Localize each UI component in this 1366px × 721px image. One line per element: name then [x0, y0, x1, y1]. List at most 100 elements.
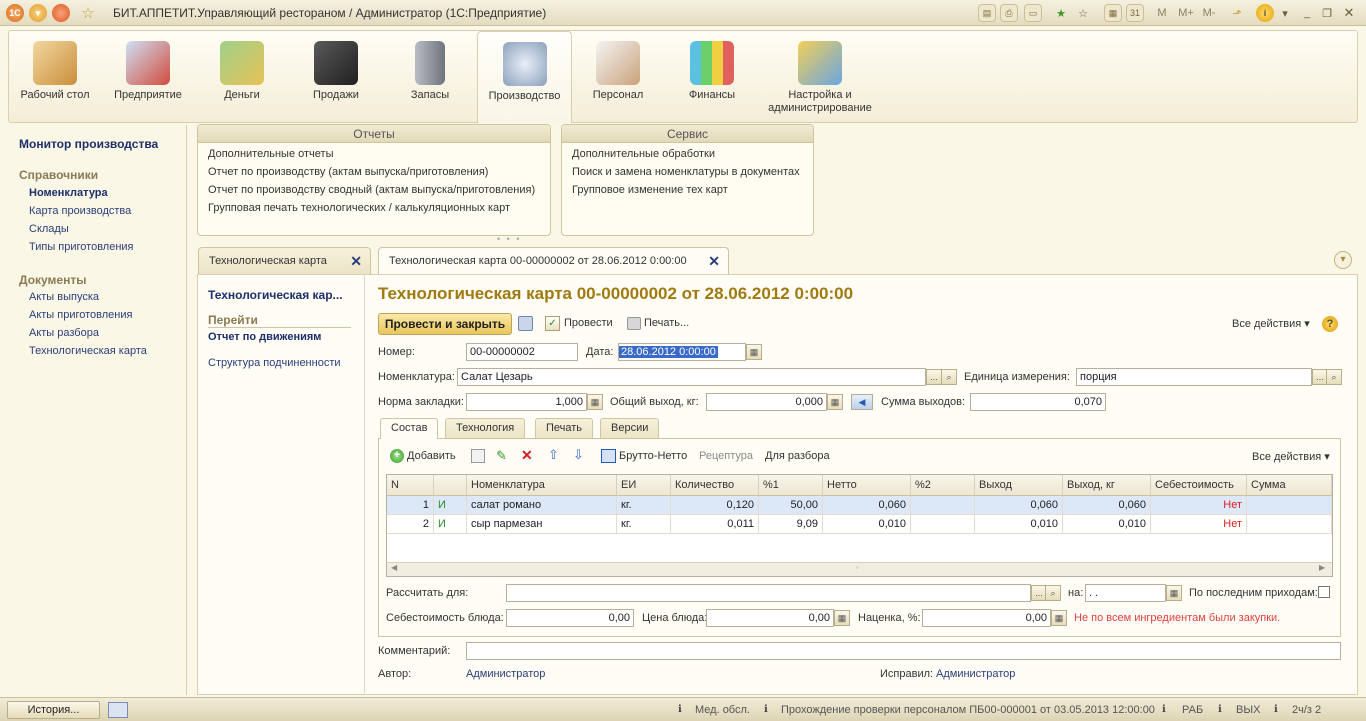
status-rab[interactable]: РАБ — [1182, 704, 1203, 716]
column-header[interactable]: Номенклатура — [467, 475, 617, 496]
report-item[interactable]: Отчет по производству (актам выпуска/при… — [198, 163, 550, 181]
nav-item-nomenclature[interactable]: Номенклатура — [29, 187, 108, 199]
section-enterprise[interactable]: Предприятие — [105, 31, 191, 123]
horizontal-scrollbar[interactable]: ◀ ◦ ▶ — [387, 562, 1332, 576]
total-output-field[interactable]: 0,000 — [706, 393, 827, 411]
memory-m-button[interactable]: M — [1154, 4, 1170, 22]
column-header[interactable]: Выход — [975, 475, 1063, 496]
search-icon[interactable]: ⌕ — [1045, 585, 1061, 601]
calendar-icon[interactable]: ▦ — [746, 344, 762, 360]
search-icon[interactable]: ⌕ — [941, 369, 957, 385]
scroll-right-icon[interactable]: ▶ — [1319, 563, 1325, 572]
section-desktop[interactable]: Рабочий стол — [11, 31, 99, 123]
comment-field[interactable] — [466, 642, 1341, 660]
report-item[interactable]: Дополнительные отчеты — [198, 145, 550, 163]
history-button[interactable]: История... — [7, 701, 100, 719]
fixed-by-link[interactable]: Администратор — [936, 668, 1015, 680]
scroll-left-icon[interactable]: ◀ — [391, 563, 397, 572]
select-button[interactable]: ... — [926, 369, 942, 385]
column-header[interactable]: Сумма — [1247, 475, 1332, 496]
tab-versions[interactable]: Версии — [600, 418, 660, 438]
dish-cost-field[interactable]: 0,00 — [506, 609, 634, 627]
docnav-current[interactable]: Технологическая кар... — [208, 288, 343, 302]
markup-field[interactable]: 0,00 — [922, 609, 1051, 627]
close-icon[interactable]: ✕ — [708, 248, 720, 274]
column-header[interactable]: Выход, кг — [1063, 475, 1151, 496]
status-med-check[interactable]: Мед. обсл. — [695, 704, 750, 716]
calculate-for-field[interactable] — [506, 584, 1031, 602]
report-item[interactable]: Групповая печать технологических / кальк… — [198, 199, 550, 217]
post-and-close-button[interactable]: Провести и закрыть — [378, 313, 512, 335]
docnav-subordination-structure[interactable]: Структура подчиненности — [208, 357, 341, 369]
restore-icon[interactable]: ❐ — [1318, 4, 1336, 22]
splitter-handle[interactable]: • • • — [497, 234, 521, 244]
info-icon[interactable]: i — [1256, 4, 1274, 22]
recipe-button[interactable]: Рецептура — [699, 450, 753, 462]
number-field[interactable]: 00-00000002 — [466, 343, 578, 361]
calculator-icon[interactable]: ▦ — [827, 394, 843, 410]
status-vyh[interactable]: ВЫХ — [1236, 704, 1260, 716]
copy-icon[interactable] — [471, 449, 485, 463]
section-sales[interactable]: Продажи — [293, 31, 379, 123]
preview-icon[interactable]: ▭ — [1024, 4, 1042, 22]
chevron-down-icon[interactable]: ▾ — [1334, 251, 1352, 269]
service-item[interactable]: Поиск и замена номенклатуры в документах — [562, 163, 813, 181]
section-finance[interactable]: Финансы — [669, 31, 755, 123]
section-production[interactable]: Производство — [477, 31, 572, 123]
close-icon[interactable]: ✕ — [1340, 4, 1358, 22]
column-header[interactable]: %1 — [759, 475, 823, 496]
nav-production-monitor[interactable]: Монитор производства — [19, 137, 158, 151]
column-header[interactable]: %2 — [911, 475, 975, 496]
column-header[interactable]: ЕИ — [617, 475, 671, 496]
dropdown-menu-icon[interactable]: ▾ — [29, 4, 47, 22]
memory-minus-button[interactable]: M- — [1199, 4, 1219, 22]
tab-composition[interactable]: Состав — [380, 418, 439, 439]
section-settings[interactable]: Настройка и администрирование — [761, 31, 879, 123]
section-stocks[interactable]: Запасы — [387, 31, 473, 123]
tab-tech-card-list[interactable]: Технологическая карта ✕ — [198, 247, 371, 274]
add-button[interactable]: Добавить — [407, 450, 456, 462]
save-icon[interactable]: ▤ — [978, 4, 996, 22]
section-personnel[interactable]: Персонал — [575, 31, 661, 123]
for-disassembly-button[interactable]: Для разбора — [765, 450, 830, 462]
nav-item-production-map[interactable]: Карта производства — [29, 205, 131, 217]
unit-field[interactable]: порция — [1076, 368, 1312, 386]
status-personnel-check[interactable]: Прохождение проверки персоналом ПБ00-000… — [781, 704, 1155, 716]
nav-item-warehouses[interactable]: Склады — [29, 223, 69, 235]
open-window-icon[interactable]: ⬏ — [1228, 4, 1246, 22]
author-link[interactable]: Администратор — [466, 668, 545, 680]
tab-tech-card-doc[interactable]: Технологическая карта 00-00000002 от 28.… — [378, 247, 729, 275]
all-actions-menu[interactable]: Все действия ▾ — [1232, 317, 1310, 330]
round-orange-icon[interactable] — [52, 4, 70, 22]
column-header[interactable] — [434, 475, 467, 496]
on-date-field[interactable]: . . — [1085, 584, 1166, 602]
chevron-down-icon[interactable]: ▾ — [1276, 4, 1294, 22]
sum-outputs-field[interactable]: 0,070 — [970, 393, 1106, 411]
brutto-netto-button[interactable]: Брутто-Нетто — [619, 450, 687, 462]
move-up-icon[interactable]: ⇧ — [548, 447, 559, 463]
dish-price-field[interactable]: 0,00 — [706, 609, 834, 627]
nomenclature-field[interactable]: Салат Цезарь — [457, 368, 926, 386]
last-receipts-checkbox[interactable] — [1318, 586, 1330, 598]
date-field[interactable]: 28.06.2012 0:00:00 — [618, 343, 746, 361]
column-header[interactable]: Нетто — [823, 475, 911, 496]
post-button[interactable]: Провести — [564, 317, 613, 329]
print-icon[interactable]: ⎙ — [1000, 4, 1018, 22]
close-icon[interactable]: ✕ — [350, 248, 362, 274]
tab-print[interactable]: Печать — [535, 418, 594, 438]
nav-item-cooking-acts[interactable]: Акты приготовления — [29, 309, 132, 321]
service-item[interactable]: Дополнительные обработки — [562, 145, 813, 163]
calculator-icon[interactable]: ▦ — [1104, 4, 1122, 22]
nav-item-cooking-types[interactable]: Типы приготовления — [29, 241, 134, 253]
history-icon[interactable]: ☆ — [1074, 4, 1092, 22]
grid-all-actions-menu[interactable]: Все действия ▾ — [1252, 450, 1330, 463]
tab-technology[interactable]: Технология — [445, 418, 526, 438]
star-icon[interactable]: ☆ — [79, 4, 97, 22]
windows-icon[interactable] — [108, 702, 128, 718]
nav-item-tech-card[interactable]: Технологическая карта — [29, 345, 147, 357]
column-header[interactable]: Себестоимость — [1151, 475, 1247, 496]
print-button[interactable]: Печать... — [644, 317, 689, 329]
help-icon[interactable]: ? — [1322, 316, 1338, 332]
calendar-icon[interactable]: 31 — [1126, 4, 1144, 22]
column-header[interactable]: Количество — [671, 475, 759, 496]
